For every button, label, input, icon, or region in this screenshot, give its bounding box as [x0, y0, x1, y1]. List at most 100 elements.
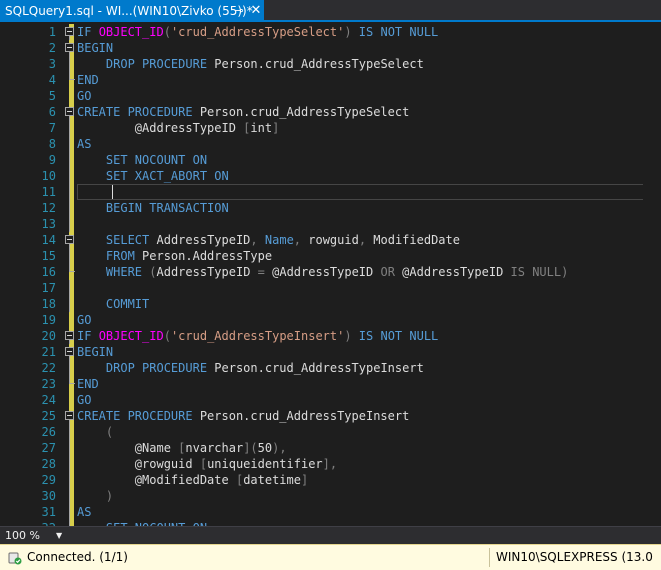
- code-text: GO: [77, 312, 91, 328]
- collapse-icon[interactable]: [65, 411, 74, 420]
- line-number: 5: [48, 89, 56, 103]
- code-line[interactable]: 4 END: [0, 72, 661, 88]
- line-number: 30: [41, 489, 56, 503]
- code-line[interactable]: 31 AS: [0, 504, 661, 520]
- fold-guide: [69, 472, 70, 488]
- code-line[interactable]: 28 @rowguid [uniqueidentifier],: [0, 456, 661, 472]
- line-number: 15: [41, 249, 56, 263]
- code-line[interactable]: 25 CREATE PROCEDURE Person.crud_AddressTy…: [0, 408, 661, 424]
- code-token: uniqueidentifier: [207, 457, 323, 471]
- code-line[interactable]: 29 @ModifiedDate [datetime]: [0, 472, 661, 488]
- code-line[interactable]: 24 GO: [0, 392, 661, 408]
- code-token: GO: [77, 313, 92, 327]
- fold-guide: [69, 200, 70, 216]
- code-token: CREATE PROCEDURE: [77, 105, 193, 119]
- fold-guide: [69, 120, 70, 136]
- code-line[interactable]: 13: [0, 216, 661, 232]
- line-number: 29: [41, 473, 56, 487]
- code-line[interactable]: 7 @AddressTypeID [int]: [0, 120, 661, 136]
- code-editor[interactable]: 1 IF OBJECT_ID('crud_AddressTypeSelect') …: [0, 24, 661, 526]
- code-token: ,: [358, 233, 367, 247]
- code-line[interactable]: 26 (: [0, 424, 661, 440]
- collapse-icon[interactable]: [65, 235, 74, 244]
- code-line[interactable]: 17: [0, 280, 661, 296]
- code-text: COMMIT: [77, 296, 149, 312]
- code-line[interactable]: 15 FROM Person.AddressType: [0, 248, 661, 264]
- code-text: SELECT AddressTypeID, Name, rowguid, Mod…: [77, 232, 460, 248]
- code-token: IS NOT NULL: [351, 25, 439, 39]
- horizontal-scrollbar[interactable]: [72, 530, 640, 541]
- code-line[interactable]: 11: [0, 184, 661, 200]
- code-token: OR: [380, 265, 395, 279]
- vertical-scrollbar[interactable]: [643, 24, 661, 526]
- code-token: IF: [77, 25, 99, 39]
- collapse-icon[interactable]: [65, 43, 74, 52]
- code-line[interactable]: 10 SET XACT_ABORT ON: [0, 168, 661, 184]
- code-token: ]: [300, 473, 309, 487]
- code-token: @Name: [77, 441, 179, 455]
- code-text: FROM Person.AddressType: [77, 248, 272, 264]
- fold-guide: [69, 168, 70, 184]
- line-number: 11: [41, 185, 56, 199]
- line-number: 19: [41, 313, 56, 327]
- zoom-dropdown[interactable]: 100 % ▼: [0, 527, 70, 544]
- line-number: 17: [41, 281, 56, 295]
- code-line[interactable]: 22 DROP PROCEDURE Person.crud_AddressTyp…: [0, 360, 661, 376]
- code-line[interactable]: 9 SET NOCOUNT ON: [0, 152, 661, 168]
- code-token: DROP PROCEDURE: [105, 361, 208, 375]
- collapse-icon[interactable]: [65, 107, 74, 116]
- code-token: BEGIN: [77, 41, 114, 55]
- code-token: int: [250, 121, 273, 135]
- line-number: 10: [41, 169, 56, 183]
- code-token: Name: [264, 233, 294, 247]
- line-number: 24: [41, 393, 56, 407]
- fold-guide: [69, 216, 70, 232]
- code-token: CREATE PROCEDURE: [77, 409, 193, 423]
- code-line[interactable]: 30 ): [0, 488, 661, 504]
- collapse-icon[interactable]: [65, 347, 74, 356]
- code-line[interactable]: 3 DROP PROCEDURE Person.crud_AddressType…: [0, 56, 661, 72]
- line-number: 27: [41, 441, 56, 455]
- code-line[interactable]: 8 AS: [0, 136, 661, 152]
- code-token: datetime: [243, 473, 301, 487]
- code-token: AddressTypeID: [149, 233, 251, 247]
- code-text: IF OBJECT_ID('crud_AddressTypeInsert') I…: [77, 328, 438, 344]
- code-line[interactable]: 27 @Name [nvarchar](50),: [0, 440, 661, 456]
- code-line[interactable]: 1 IF OBJECT_ID('crud_AddressTypeSelect') …: [0, 24, 661, 40]
- code-lines: 1 IF OBJECT_ID('crud_AddressTypeSelect') …: [0, 24, 661, 526]
- code-line[interactable]: 5 GO: [0, 88, 661, 104]
- line-number: 12: [41, 201, 56, 215]
- code-line[interactable]: 14 SELECT AddressTypeID, Name, rowguid, …: [0, 232, 661, 248]
- collapse-icon[interactable]: [65, 27, 74, 36]
- code-token: WHERE: [105, 265, 143, 279]
- code-token: DROP PROCEDURE: [105, 57, 208, 71]
- code-line[interactable]: 12 BEGIN TRANSACTION: [0, 200, 661, 216]
- code-text: BEGIN: [77, 344, 113, 360]
- code-token: 50: [257, 441, 273, 455]
- pin-icon[interactable]: ⊸: [232, 0, 246, 22]
- line-number: 4: [48, 73, 56, 87]
- code-line[interactable]: 6 CREATE PROCEDURE Person.crud_AddressTyp…: [0, 104, 661, 120]
- code-line[interactable]: 16 WHERE (AddressTypeID = @AddressTypeID…: [0, 264, 661, 280]
- code-line[interactable]: 18 COMMIT: [0, 296, 661, 312]
- code-line[interactable]: 20 IF OBJECT_ID('crud_AddressTypeInsert')…: [0, 328, 661, 344]
- code-token: ,: [293, 233, 302, 247]
- code-line[interactable]: 2 BEGIN: [0, 40, 661, 56]
- close-icon[interactable]: ✕: [249, 0, 263, 22]
- tab-sqlquery1[interactable]: SQLQuery1.sql - WI...(WIN10\Zivko (55))*…: [0, 0, 264, 22]
- code-text: @Name [nvarchar](50),: [77, 440, 287, 456]
- fold-guide: [69, 504, 70, 520]
- code-token: AS: [77, 137, 92, 151]
- code-text: IF OBJECT_ID('crud_AddressTypeSelect') I…: [77, 24, 438, 40]
- code-line[interactable]: 23 END: [0, 376, 661, 392]
- line-number: 8: [48, 137, 56, 151]
- code-line[interactable]: 19 GO: [0, 312, 661, 328]
- code-line[interactable]: 21 BEGIN: [0, 344, 661, 360]
- collapse-icon[interactable]: [65, 331, 74, 340]
- line-number: 13: [41, 217, 56, 231]
